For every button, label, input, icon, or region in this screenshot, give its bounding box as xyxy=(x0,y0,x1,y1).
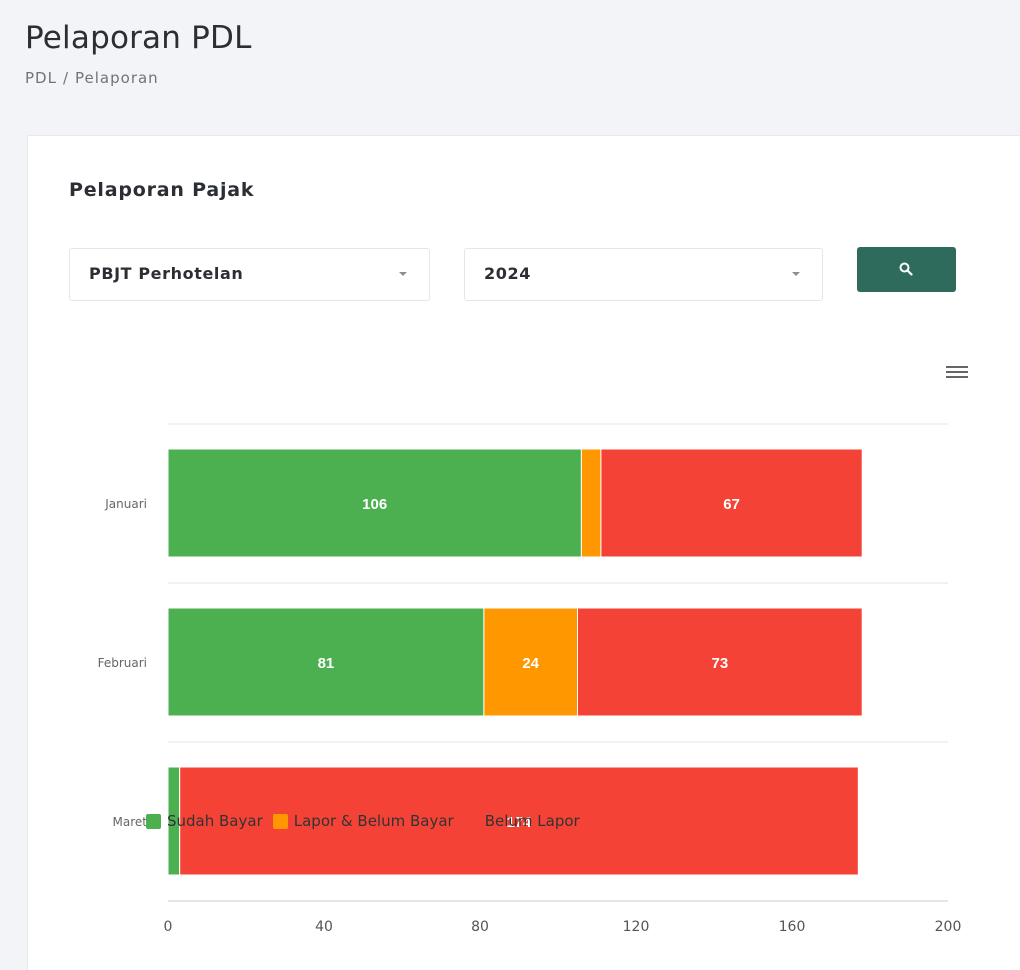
legend-swatch-belum-lapor xyxy=(463,813,479,829)
data-label: 67 xyxy=(723,496,740,513)
data-label: 106 xyxy=(362,496,387,513)
x-tick-label: 160 xyxy=(779,919,806,935)
x-tick-label: 0 xyxy=(164,919,173,935)
data-label: 24 xyxy=(522,655,539,672)
legend-item-lapor-belum-bayar[interactable]: Lapor & Belum Bayar xyxy=(272,812,454,830)
legend-swatch-sudah-bayar xyxy=(146,813,161,829)
x-tick-label: 40 xyxy=(315,919,333,935)
bar-lapor-belum-bayar-januari[interactable] xyxy=(580,448,602,558)
x-tick-label: 80 xyxy=(471,919,489,935)
legend-label-lapor-belum-bayar: Lapor & Belum Bayar xyxy=(293,812,454,830)
legend-label-sudah-bayar: Sudah Bayar xyxy=(167,812,263,830)
y-tick-label: Maret xyxy=(113,815,148,829)
data-label: 81 xyxy=(318,655,335,672)
chart-legend: Sudah Bayar Lapor & Belum Bayar Belum La… xyxy=(146,811,590,831)
legend-item-sudah-bayar[interactable]: Sudah Bayar xyxy=(146,812,263,830)
legend-item-belum-lapor[interactable]: Belum Lapor xyxy=(463,812,580,830)
y-tick-label: Februari xyxy=(98,656,147,670)
data-label: 73 xyxy=(712,655,729,672)
y-tick-label: Januari xyxy=(104,497,147,511)
legend-swatch-lapor-belum-bayar xyxy=(272,813,288,829)
x-tick-label: 120 xyxy=(623,919,650,935)
legend-label-belum-lapor: Belum Lapor xyxy=(484,812,580,830)
x-tick-label: 200 xyxy=(935,919,962,935)
